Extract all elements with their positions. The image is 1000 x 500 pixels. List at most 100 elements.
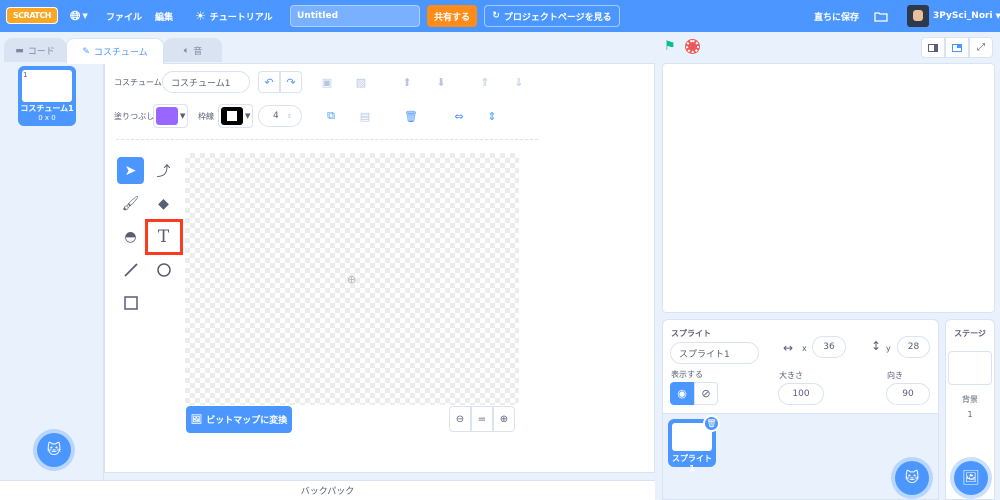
share-button[interactable]: 共有する (427, 5, 477, 27)
costume-tile[interactable]: 1 コスチューム1 0 x 0 (18, 66, 76, 126)
menu-bar: SCRATCH 🌐︎ ▼ ファイル 編集 ☀ チュートリアル Untitled 共有… (0, 0, 1000, 32)
delete-sprite-icon[interactable]: 🗑︎ (703, 415, 720, 432)
speaker-icon: 🔈︎ (183, 45, 190, 56)
tab-sound-label: 音 (193, 47, 203, 57)
undo-icon[interactable]: ↶ (258, 71, 280, 93)
backdrop-count: 1 (967, 410, 973, 419)
image-icon: 🖼︎ (190, 414, 203, 425)
hide-eye-icon[interactable]: ⊘ (694, 382, 718, 405)
chevron-down-icon: ▼ (180, 112, 186, 120)
convert-to-bitmap-button[interactable]: 🖼︎ ビットマップに変換 (186, 406, 292, 433)
edit-menu[interactable]: 編集 (155, 0, 173, 32)
green-flag-icon[interactable]: ⚑ (664, 39, 676, 54)
costume-number: 1 (23, 71, 28, 79)
remix-icon: ↻ (492, 11, 500, 21)
direction-input[interactable]: 90 (886, 383, 930, 405)
choose-backdrop-button[interactable]: 🖼︎ (954, 461, 988, 495)
tab-costume[interactable]: ✎ コスチューム (66, 38, 164, 64)
project-page-button[interactable]: ↻ プロジェクトページを見る (484, 5, 620, 27)
choose-costume-button[interactable]: 🐱︎ (37, 433, 71, 467)
ungroup-icon[interactable]: ▧ (350, 71, 372, 93)
stepper-icon: ⇕ (286, 112, 292, 120)
costume-name-input[interactable]: コスチューム1 (162, 71, 250, 93)
eraser-tool-icon[interactable]: ◆ (150, 190, 177, 217)
stage-canvas[interactable] (662, 63, 995, 313)
zoom-out-icon[interactable]: ⊖ (449, 406, 471, 432)
tutorial-menu[interactable]: ☀ チュートリアル (195, 0, 273, 32)
project-title-input[interactable]: Untitled (290, 5, 420, 27)
project-page-label: プロジェクトページを見る (503, 12, 612, 23)
select-tool-icon[interactable]: ➤ (117, 157, 144, 184)
save-now-button[interactable]: 直ちに保存 (814, 0, 859, 32)
fill-tool-icon[interactable]: ◓ (117, 223, 144, 250)
code-icon: ▬ (15, 45, 24, 56)
zoom-in-icon[interactable]: ⊕ (493, 406, 515, 432)
backdrop-label: 背景 (962, 395, 978, 404)
outline-width-input[interactable]: 4 ⇕ (258, 105, 302, 127)
flip-vertical-icon[interactable]: ⇕ (481, 105, 503, 127)
x-label: x (802, 344, 807, 353)
sprite-label: スプライト (671, 329, 711, 338)
size-input[interactable]: 100 (778, 383, 824, 405)
group-icon[interactable]: ▣ (316, 71, 338, 93)
show-label: 表示する (671, 370, 703, 379)
outline-width-value: 4 (273, 111, 279, 121)
front-icon[interactable]: ⇑ (474, 71, 496, 93)
forward-icon[interactable]: ⬆ (396, 71, 418, 93)
zoom-reset-button[interactable]: = (471, 406, 493, 432)
file-menu[interactable]: ファイル (106, 0, 142, 32)
reshape-tool-icon[interactable]: ⤴ (150, 157, 177, 184)
circle-tool-icon[interactable] (150, 256, 177, 283)
scratch-logo[interactable]: SCRATCH (6, 7, 58, 24)
fullscreen-icon[interactable]: ⤢ (969, 37, 993, 58)
account-menu[interactable]: 3PySci_Nori ▼ (907, 0, 1000, 32)
backpack-bar[interactable]: バックパック (0, 480, 655, 500)
outline-color-picker[interactable]: ▼ (218, 104, 253, 128)
stage-pane-title: ステージ (954, 329, 986, 338)
brush-tool-icon[interactable]: 🖌︎ (117, 190, 144, 217)
fill-color-picker[interactable]: ▼ (153, 104, 188, 128)
y-input[interactable]: 28 (897, 336, 930, 358)
show-eye-icon[interactable]: ◉ (670, 382, 694, 405)
flip-horizontal-icon[interactable]: ⇔ (448, 105, 470, 127)
fill-label: 塗りつぶし (114, 112, 155, 121)
costume-name: コスチューム1 (20, 104, 74, 113)
x-input[interactable]: 36 (812, 336, 846, 358)
large-stage-icon[interactable] (945, 37, 969, 58)
text-tool-highlight (145, 219, 183, 255)
copy-icon[interactable]: ⧉ (320, 105, 342, 127)
tab-code[interactable]: ▬ コード (4, 38, 66, 62)
stage-thumbnail[interactable] (948, 351, 992, 385)
back-icon[interactable]: ⇓ (508, 71, 530, 93)
lightbulb-icon: ☀ (195, 9, 206, 23)
sprite-name-input[interactable]: スプライト1 (670, 342, 759, 364)
size-label: 大きさ (779, 371, 803, 380)
y-arrow-icon: ↕ (871, 339, 882, 353)
rectangle-tool-icon[interactable] (117, 289, 144, 316)
chevron-down-icon: ▼ (995, 12, 1000, 20)
tab-sound[interactable]: 🔈︎ 音 (164, 38, 222, 62)
fill-swatch (156, 107, 178, 125)
language-menu[interactable]: 🌐︎ ▼ (70, 0, 88, 32)
avatar (907, 5, 929, 27)
delete-icon[interactable]: 🗑︎ (400, 105, 422, 127)
backward-icon[interactable]: ⬇ (430, 71, 452, 93)
paint-canvas[interactable]: ⊕ (185, 153, 519, 405)
costume-thumbnail (22, 70, 72, 102)
redo-icon[interactable]: ↷ (280, 71, 302, 93)
tutorial-label: チュートリアル (209, 12, 273, 23)
line-tool-icon[interactable] (117, 256, 144, 283)
tab-code-label: コード (27, 47, 55, 57)
costume-name-label: コスチューム (114, 78, 162, 87)
stop-icon[interactable] (686, 40, 699, 53)
direction-label: 向き (887, 371, 903, 380)
x-arrow-icon: ↔ (783, 341, 794, 355)
chevron-down-icon: ▼ (245, 112, 251, 120)
paste-icon[interactable]: ▤ (354, 105, 376, 127)
y-label: y (886, 344, 891, 353)
small-stage-icon[interactable] (921, 37, 945, 58)
choose-sprite-button[interactable]: 🐱︎ (895, 461, 929, 495)
brush-icon: ✎ (82, 46, 90, 57)
my-stuff-folder-icon[interactable] (874, 0, 888, 32)
sprite-tile-name: スプライト1 (672, 454, 712, 473)
